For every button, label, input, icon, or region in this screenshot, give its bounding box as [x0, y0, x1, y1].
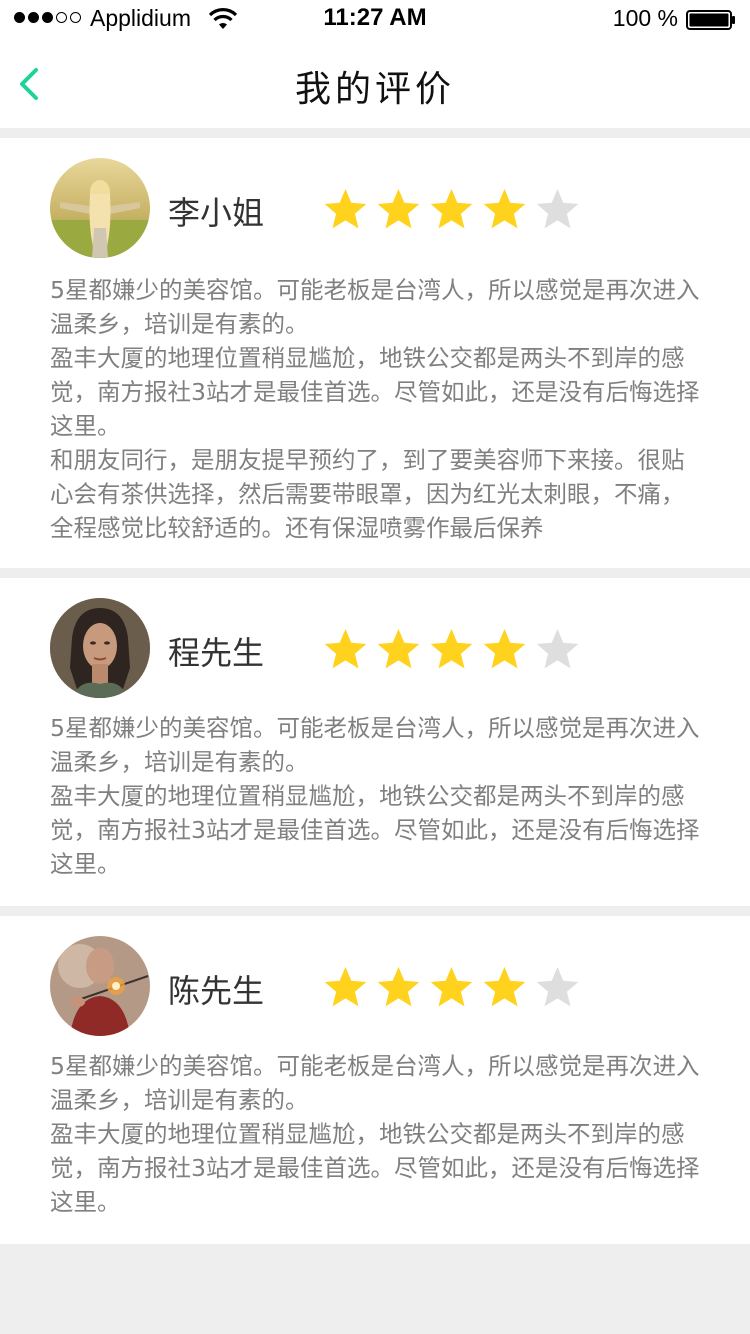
review-paragraph: 盈丰大厦的地理位置稍显尴尬，地铁公交都是两头不到岸的感觉，南方报社3站才是最佳首…: [50, 782, 700, 878]
review-card: 程先生 5星都嫌少的美容馆。可能老板是台湾人，所以感觉是再次进入温柔乡，培训是有…: [0, 578, 750, 906]
star-icon: [377, 967, 420, 1007]
star-icon: [536, 629, 579, 669]
battery-percent: 100 %: [612, 5, 678, 31]
page-title: 我的评价: [294, 69, 455, 110]
star-icon: [536, 189, 579, 229]
star-icon: [483, 967, 526, 1007]
review-text: 5星都嫌少的美容馆。可能老板是台湾人，所以感觉是再次进入温柔乡，培训是有素的。 …: [50, 1049, 706, 1219]
review-card: 李小姐 5星都嫌少的美容馆。可能老板是台湾人，所以感觉是再次进入温柔乡，培训是有…: [0, 138, 750, 568]
review-paragraph: 盈丰大厦的地理位置稍显尴尬，地铁公交都是两头不到岸的感觉，南方报社3站才是最佳首…: [50, 1120, 700, 1216]
reviewer-name: 程先生: [168, 634, 265, 672]
star-icon: [324, 189, 367, 229]
status-bar: Applidium 11:27 AM 100 %: [0, 0, 750, 40]
star-icon: [377, 629, 420, 669]
avatar-photo: [50, 936, 150, 1036]
navigation-bar: 我的评价: [0, 40, 750, 128]
avatar: [50, 936, 150, 1036]
star-icon: [483, 629, 526, 669]
star-icon: [324, 629, 367, 669]
review-paragraph: 5星都嫌少的美容馆。可能老板是台湾人，所以感觉是再次进入温柔乡，培训是有素的。: [50, 276, 700, 338]
star-icon: [430, 189, 473, 229]
review-card: 陈先生 5星都嫌少的美容馆。可能老板是台湾人，所以感觉是再次进入温柔乡，培训是有…: [0, 916, 750, 1244]
battery-icon: [686, 10, 735, 30]
review-paragraph: 5星都嫌少的美容馆。可能老板是台湾人，所以感觉是再次进入温柔乡，培训是有素的。: [50, 714, 700, 776]
review-text: 5星都嫌少的美容馆。可能老板是台湾人，所以感觉是再次进入温柔乡，培训是有素的。 …: [50, 273, 706, 545]
review-text: 5星都嫌少的美容馆。可能老板是台湾人，所以感觉是再次进入温柔乡，培训是有素的。 …: [50, 711, 706, 881]
star-icon: [430, 629, 473, 669]
star-icon: [483, 189, 526, 229]
star-rating: [320, 186, 583, 234]
star-rating: [320, 626, 583, 674]
review-paragraph: 和朋友同行，是朋友提早预约了，到了要美容师下来接。很贴心会有茶供选择，然后需要带…: [50, 446, 685, 542]
review-paragraph: 5星都嫌少的美容馆。可能老板是台湾人，所以感觉是再次进入温柔乡，培训是有素的。: [50, 1052, 700, 1114]
star-icon: [536, 967, 579, 1007]
review-paragraph: 盈丰大厦的地理位置稍显尴尬，地铁公交都是两头不到岸的感觉，南方报社3站才是最佳首…: [50, 344, 700, 440]
star-rating: [320, 964, 583, 1012]
avatar-photo: [50, 158, 150, 258]
avatar-photo: [50, 598, 150, 698]
avatar: [50, 598, 150, 698]
star-icon: [324, 967, 367, 1007]
avatar: [50, 158, 150, 258]
star-icon: [430, 967, 473, 1007]
reviewer-name: 陈先生: [168, 972, 265, 1010]
reviewer-name: 李小姐: [168, 194, 265, 232]
star-icon: [377, 189, 420, 229]
